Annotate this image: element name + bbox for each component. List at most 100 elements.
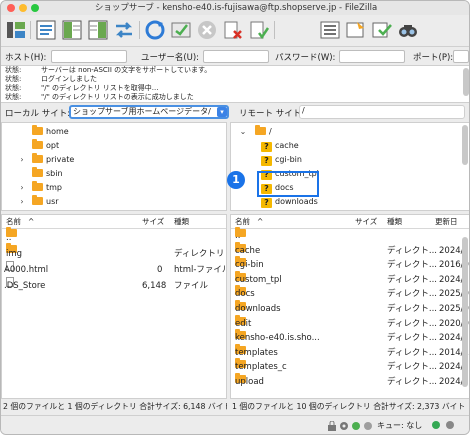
zoom-window-button[interactable] xyxy=(31,4,39,12)
chevron-down-icon[interactable]: ▾ xyxy=(217,107,227,117)
unknown-folder-icon: ? xyxy=(261,210,272,211)
column-size[interactable]: サイズ xyxy=(142,215,164,229)
port-input[interactable] xyxy=(453,50,469,63)
file-type: ディレクト... xyxy=(387,347,438,358)
table-row[interactable]: .DS_Store 6,148 ファイル xyxy=(2,277,226,295)
table-row[interactable]: downloads ディレクト... 2025/0 xyxy=(231,300,469,316)
tree-item[interactable]: home xyxy=(32,125,69,138)
sort-asc-icon: ^ xyxy=(257,217,264,226)
port-label: ポート(P): xyxy=(413,53,454,63)
remote-status: 1 個のファイルと 10 個のディレクトリ 合計サイズ: 2,373 バイト xyxy=(232,400,469,414)
remote-list-header: 名前 ^ サイズ 種類 更新日 xyxy=(231,215,469,229)
filezilla-window: ショップサーブ - kensho-e40.is-fujisawa@ftp.sho… xyxy=(0,0,470,435)
folder-icon xyxy=(32,125,43,135)
minimize-window-button[interactable] xyxy=(19,4,27,12)
tree-item[interactable]: sbin xyxy=(32,167,63,180)
table-row[interactable]: upload ディレクト... 2024/ xyxy=(231,373,469,389)
file-type: ディレクト... xyxy=(387,304,438,314)
toggle-log-icon[interactable] xyxy=(35,19,57,41)
username-label: ユーザー名(U): xyxy=(141,53,200,63)
status-dot-gray xyxy=(445,420,455,433)
activity-icon xyxy=(363,421,373,434)
tree-item[interactable]: › usr xyxy=(20,195,59,208)
local-site-bar: ローカル サイト: ショップサーブ用ホームページデータ/ ▾ xyxy=(1,104,234,121)
compare-icon[interactable] xyxy=(345,19,367,41)
tree-root[interactable]: ⌄ / xyxy=(239,125,272,138)
table-row[interactable]: docs ディレクト... 2025/0 xyxy=(231,285,469,301)
sort-asc-icon: ^ xyxy=(28,217,35,226)
local-list-header: 名前 ^ サイズ 種類 xyxy=(2,215,226,229)
file-modified: 2024/ xyxy=(439,274,464,285)
tree-item[interactable]: › tmp xyxy=(20,181,62,194)
file-name: .. xyxy=(235,231,241,241)
tree-item[interactable]: › private xyxy=(20,153,74,166)
tree-item[interactable]: ?edit xyxy=(261,207,290,211)
table-row[interactable]: cgi-bin ディレクト... 2016/0 xyxy=(231,256,469,272)
chevron-right-icon[interactable]: › xyxy=(18,195,26,208)
tree-item[interactable]: ? cache xyxy=(261,139,299,152)
table-row[interactable]: kensho-e40.is.sho... ディレクト... 2024/ xyxy=(231,329,469,345)
file-name: upload xyxy=(235,377,264,387)
table-row[interactable]: templates_c ディレクト... 2024/ xyxy=(231,358,469,374)
table-row[interactable]: cache ディレクト... 2024/ xyxy=(231,241,469,258)
message-log[interactable]: 状態: サーバーは non-ASCII の文字をサポートしています。 状態: ログイ… xyxy=(1,66,469,103)
reconnect-icon[interactable] xyxy=(248,19,270,41)
transfer-queue-icon[interactable] xyxy=(113,19,135,41)
toolbar xyxy=(1,15,469,47)
process-queue-icon[interactable] xyxy=(170,19,192,41)
file-name: custom_tpl xyxy=(235,274,282,285)
toggle-remote-tree-icon[interactable] xyxy=(87,19,109,41)
username-input[interactable] xyxy=(203,50,269,63)
remote-site-combo[interactable]: / xyxy=(299,105,465,119)
transfer-status-icon xyxy=(351,421,361,434)
file-modified: 2024/ xyxy=(439,362,464,373)
file-modified: 2024/ xyxy=(439,377,464,387)
remote-tree[interactable]: ⌄ / ? cache ? cgi-bin ? custom_tpl ? docs ? do… xyxy=(230,122,469,211)
step-number-badge: 1 xyxy=(227,171,245,189)
local-file-list[interactable]: 名前 ^ サイズ 種類 .. img ディレクトリ A000.html 0 ht… xyxy=(1,214,227,399)
file-name: templates_c xyxy=(235,362,287,373)
unknown-folder-icon: ? xyxy=(261,142,272,152)
toggle-local-tree-icon[interactable] xyxy=(61,19,83,41)
chevron-right-icon[interactable]: › xyxy=(18,153,26,166)
file-type: ディレクト... xyxy=(387,377,438,387)
disconnect-icon[interactable] xyxy=(222,19,244,41)
file-type: ディレクト... xyxy=(387,289,438,300)
cancel-icon[interactable] xyxy=(196,19,218,41)
local-tree[interactable]: home opt › private sbin › tmp › usr xyxy=(1,122,227,211)
file-type: ディレクト... xyxy=(387,274,438,285)
host-label: ホスト(H): xyxy=(5,53,47,63)
column-modified[interactable]: 更新日 xyxy=(435,215,458,229)
chevron-right-icon[interactable]: › xyxy=(18,181,26,194)
local-site-combo[interactable]: ショップサーブ用ホームページデータ/ ▾ xyxy=(69,105,229,119)
status-bar: キュー: なし xyxy=(1,415,469,434)
table-row[interactable]: .. xyxy=(231,227,469,243)
chevron-down-icon[interactable]: ⌄ xyxy=(239,125,247,138)
filter-icon[interactable] xyxy=(319,19,341,41)
table-row[interactable]: templates ディレクト... 2014/1 xyxy=(231,343,469,360)
column-size[interactable]: サイズ xyxy=(355,215,377,229)
site-manager-icon[interactable] xyxy=(5,19,27,41)
file-name: kensho-e40.is.sho... xyxy=(235,333,320,344)
table-row[interactable]: edit ディレクト... 2020/0 xyxy=(231,314,469,331)
quickconnect-bar: ホスト(H): ユーザー名(U): パスワード(W): ポート(P): xyxy=(1,48,469,66)
tree-item[interactable]: ? cgi-bin xyxy=(261,153,302,166)
remote-file-list[interactable]: 名前 ^ サイズ 種類 更新日 .. cache ディレクト... 2024/cgi-… xyxy=(230,214,469,399)
tree-item[interactable]: opt xyxy=(32,139,59,152)
log-line: 状態: ログインしました xyxy=(5,75,97,83)
folder-icon xyxy=(32,153,43,163)
table-row[interactable]: custom_tpl ディレクト... 2024/ xyxy=(231,270,469,287)
search-icon[interactable] xyxy=(397,19,419,41)
column-type[interactable]: 種類 xyxy=(174,215,189,229)
password-input[interactable] xyxy=(339,50,405,63)
sync-browse-icon[interactable] xyxy=(371,19,393,41)
host-input[interactable] xyxy=(51,50,127,63)
folder-icon xyxy=(32,167,43,177)
window-title: ショップサーブ - kensho-e40.is-fujisawa@ftp.sho… xyxy=(94,3,378,13)
unknown-folder-icon: ? xyxy=(261,156,272,166)
column-type[interactable]: 種類 xyxy=(387,215,402,229)
refresh-icon[interactable] xyxy=(144,19,166,41)
close-window-button[interactable] xyxy=(7,4,15,12)
file-modified: 2024/ xyxy=(439,333,464,344)
gear-icon[interactable] xyxy=(339,421,349,434)
